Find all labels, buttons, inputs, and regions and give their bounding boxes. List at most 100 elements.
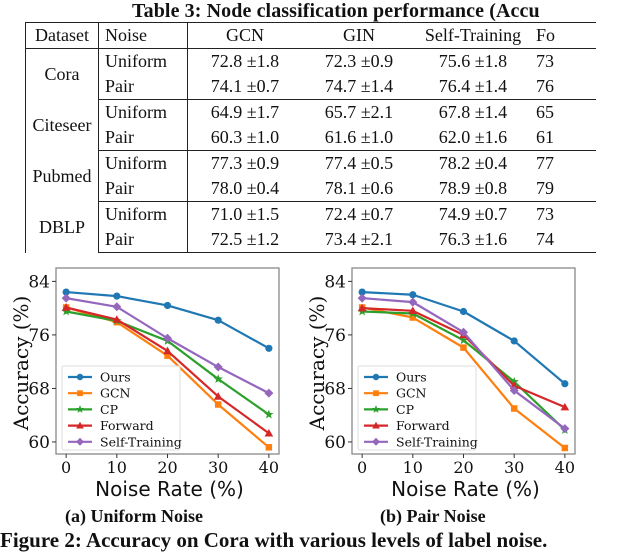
data-point [510,405,518,412]
results-table: Dataset Noise GCN GIN Self-Training Fo C… [25,22,596,253]
x-tick-label: 40 [555,458,575,477]
table-row: Citeseer Uniform 64.9 ±1.7 65.7 ±2.1 67.… [25,99,597,151]
legend-label: Self-Training [100,434,182,449]
gin-cell: 78.1 ±0.6 [302,176,416,202]
y-tick-label: 60 [324,433,346,453]
header-gin: GIN [302,22,416,49]
gin-cell: 77.4 ±0.5 [324,153,394,173]
dataset-cell: Pubmed [25,150,99,202]
legend-label: CP [396,402,414,417]
table-row: Pubmed Uniform 77.3 ±0.9 77.4 ±0.5 78.2 … [25,150,597,202]
noise-cell: Pair [98,125,188,151]
legend-marker-icon [77,390,83,397]
forward-cell: 73 [536,204,554,224]
self-training-cell: 76.3 ±1.6 [416,227,530,253]
group-cora: Cora Uniform 72.8 ±1.8 72.3 ±0.9 75.6 ±1… [25,48,597,100]
y-tick-label: 84 [28,272,50,292]
noise-cell: Uniform [98,201,188,227]
gin-cell: 65.7 ±2.1 [324,102,394,122]
data-point [214,401,222,408]
x-tick-label: 20 [453,458,473,477]
self-training-cell: 67.8 ±1.4 [438,102,508,122]
gcn-cell: 78.0 ±0.4 [187,176,302,202]
gin-cell: 73.4 ±2.1 [302,227,416,253]
forward-cell: 74 [530,227,596,253]
noise-cell: Uniform [98,99,188,125]
table-region: Dataset Noise GCN GIN Self-Training Fo C… [0,0,640,260]
noise-cell: Pair [98,227,188,253]
x-tick-label: 40 [259,458,279,477]
data-point [163,301,172,310]
x-tick-label: 0 [357,458,367,477]
gin-cell: 74.7 ±1.4 [302,74,416,100]
table-row: Pair 60.3 ±1.0 61.6 ±1.0 62.0 ±1.6 61 [26,125,596,151]
header-self-training: Self-Training [416,22,530,49]
table-row: Cora Uniform 72.8 ±1.8 72.3 ±0.9 75.6 ±1… [25,48,597,100]
self-training-cell: 76.4 ±1.4 [416,74,530,100]
data-point [113,292,121,300]
y-tick-label: 60 [28,433,50,453]
noise-cell: Uniform [98,48,188,74]
figure-caption: Figure 2: Accuracy on Cora with various … [0,528,548,552]
gcn-cell: 74.1 ±0.7 [187,74,302,100]
legend: OursGCNCPForwardSelf-Training [357,365,478,451]
x-axis-label: Noise Rate (%) [95,477,244,501]
forward-cell: 65 [536,102,554,122]
noise-cell: Pair [98,74,188,100]
x-tick-label: 0 [61,458,71,477]
forward-cell: 73 [536,51,554,71]
forward-cell: 77 [536,153,554,173]
table-row: Pair 78.0 ±0.4 78.1 ±0.6 78.9 ±0.8 79 [26,176,596,202]
table-header-row: Dataset Noise GCN GIN Self-Training Fo [25,22,596,49]
noise-cell: Uniform [98,150,188,176]
legend-label: CP [100,402,118,417]
gcn-cell: 77.3 ±0.9 [210,153,280,173]
legend-label: Forward [396,418,450,433]
dataset-cell: Citeseer [25,99,99,151]
x-axis-label: Noise Rate (%) [391,477,540,501]
header-gcn: GCN [187,22,302,49]
self-training-cell: 75.6 ±1.8 [438,51,508,71]
subcaption-b: (b) Pair Noise [380,506,486,526]
header-noise: Noise [98,22,188,49]
legend: OursGCNCPForwardSelf-Training [61,365,182,451]
legend-label: GCN [396,386,427,401]
legend-marker-icon [76,373,84,381]
gcn-cell: 64.9 ±1.7 [210,102,280,122]
gcn-cell: 72.8 ±1.8 [210,51,280,71]
noise-cell: Pair [98,176,188,202]
x-tick-label: 30 [208,458,228,477]
y-axis-label: Accuracy (%) [9,296,33,432]
forward-cell: 76 [530,74,596,100]
gin-cell: 61.6 ±1.0 [302,125,416,151]
data-point [510,337,518,345]
gin-cell: 72.4 ±0.7 [324,204,394,224]
self-training-cell: 62.0 ±1.6 [416,125,530,151]
chart-uniform-noise: 606876840 10 20 30 40Noise Rate (%)Accuracy … [9,267,280,501]
data-point [460,344,467,351]
data-point [265,444,273,451]
x-tick-label: 10 [403,458,423,477]
self-training-cell: 74.9 ±0.7 [438,204,508,224]
gin-cell: 72.3 ±0.9 [324,51,394,71]
x-tick-label: 30 [504,458,524,477]
group-pubmed: Pubmed Uniform 77.3 ±0.9 77.4 ±0.5 78.2 … [25,150,597,202]
group-dblp: DBLP Uniform 71.0 ±1.5 72.4 ±0.7 74.9 ±0… [25,201,596,253]
data-point [409,291,417,299]
forward-cell: 61 [530,125,596,151]
dataset-cell: DBLP [25,201,99,253]
legend-label: GCN [100,386,131,401]
x-tick-label: 20 [157,458,177,477]
data-point [459,307,468,316]
chart-pair-noise: 606876840 10 20 30 40Noise Rate (%)Accuracy … [305,267,576,501]
gcn-cell: 71.0 ±1.5 [210,204,280,224]
y-axis-label: Accuracy (%) [305,296,329,432]
legend-label: Forward [100,418,154,433]
legend-label: Ours [396,370,427,385]
dataset-cell: Cora [25,48,99,100]
header-dataset: Dataset [25,22,99,49]
forward-cell: 79 [530,176,596,202]
y-tick-label: 84 [324,272,346,292]
legend-marker-icon [373,390,379,397]
x-tick-label: 10 [107,458,127,477]
